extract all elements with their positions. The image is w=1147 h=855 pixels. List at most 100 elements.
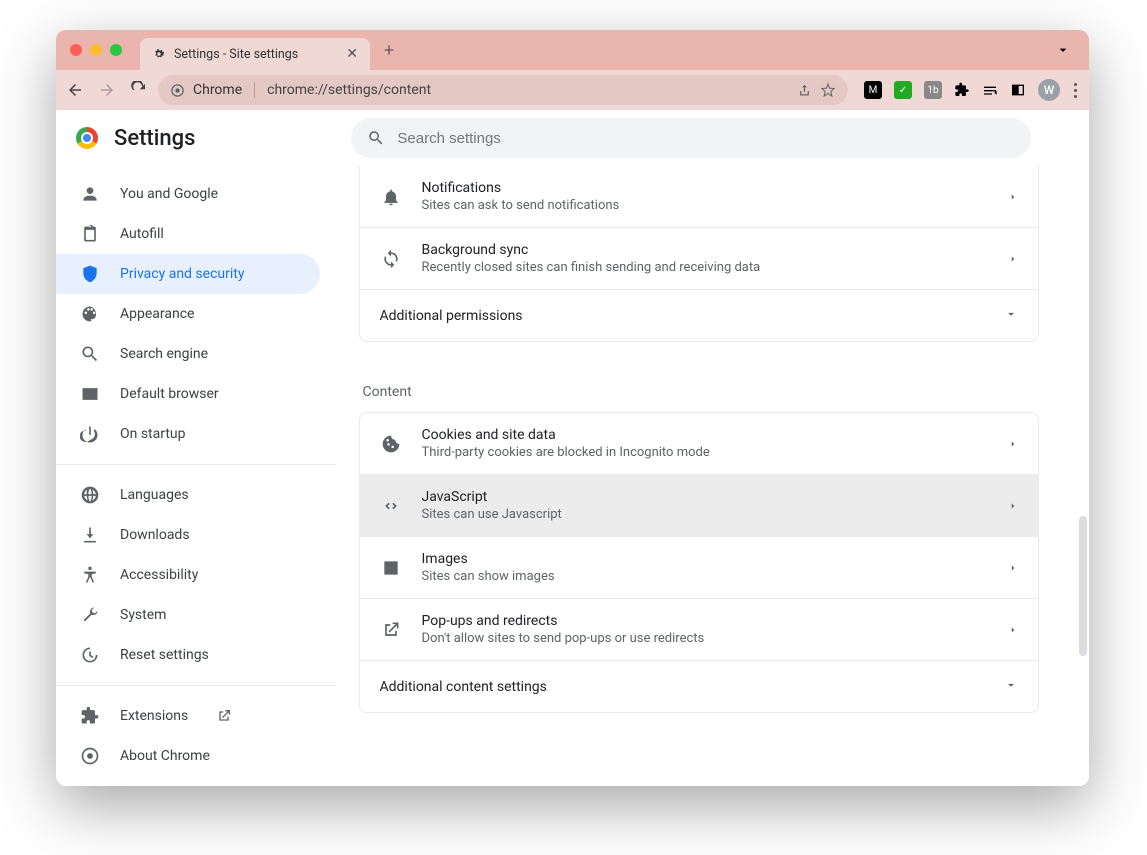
- extension-icon[interactable]: M: [864, 81, 882, 99]
- content-card: Cookies and site data Third-party cookie…: [359, 412, 1039, 713]
- tab-strip: Settings - Site settings ✕ +: [56, 30, 1089, 70]
- settings-sidebar: You and Google Autofill Privacy and secu…: [56, 166, 336, 786]
- sidebar-item-default-browser[interactable]: Default browser: [56, 374, 320, 414]
- puzzle-icon: [80, 706, 100, 726]
- omnibox-label: Chrome: [193, 82, 242, 98]
- back-button[interactable]: [66, 81, 84, 99]
- sidebar-item-you-and-google[interactable]: You and Google: [56, 174, 320, 214]
- row-subtitle: Don't allow sites to send pop-ups or use…: [422, 631, 705, 646]
- chevron-right-icon: [1008, 249, 1018, 268]
- settings-app: Settings You and Google Autofill Pri: [56, 110, 1089, 786]
- additional-content-toggle[interactable]: Additional content settings: [360, 660, 1038, 712]
- row-subtitle: Recently closed sites can finish sending…: [422, 260, 761, 275]
- sidebar-item-reset-settings[interactable]: Reset settings: [56, 635, 320, 675]
- settings-header: Settings: [56, 110, 1089, 166]
- row-subtitle: Third-party cookies are blocked in Incog…: [422, 445, 710, 460]
- sync-icon: [380, 249, 402, 269]
- row-title: Pop-ups and redirects: [422, 613, 705, 629]
- person-icon: [80, 184, 100, 204]
- wrench-icon: [80, 605, 100, 625]
- setting-row-cookies[interactable]: Cookies and site data Third-party cookie…: [360, 413, 1038, 474]
- sidebar-item-label: Default browser: [120, 386, 219, 402]
- sidebar-item-label: Accessibility: [120, 567, 198, 583]
- row-subtitle: Sites can ask to send notifications: [422, 198, 620, 213]
- sidebar-item-downloads[interactable]: Downloads: [56, 515, 320, 555]
- sidebar-item-languages[interactable]: Languages: [56, 475, 320, 515]
- chrome-logo-icon: [76, 127, 98, 149]
- close-tab-button[interactable]: ✕: [346, 46, 358, 62]
- setting-row-javascript[interactable]: JavaScript Sites can use Javascript: [360, 474, 1038, 536]
- cookie-icon: [380, 434, 402, 454]
- share-icon[interactable]: [797, 83, 812, 98]
- divider: [56, 464, 336, 465]
- divider: [56, 685, 336, 686]
- browser-tab[interactable]: Settings - Site settings ✕: [140, 38, 370, 70]
- extension-icon[interactable]: ✓: [894, 81, 912, 99]
- minimize-window-button[interactable]: [90, 44, 102, 56]
- extensions-puzzle-icon[interactable]: [954, 82, 970, 98]
- settings-panel: Notifications Sites can ask to send noti…: [336, 166, 1089, 786]
- new-tab-button[interactable]: +: [384, 40, 394, 61]
- chevron-down-icon: [1004, 677, 1018, 696]
- divider: [254, 82, 255, 98]
- sidebar-item-privacy-security[interactable]: Privacy and security: [56, 254, 320, 294]
- power-icon: [80, 424, 100, 444]
- maximize-window-button[interactable]: [110, 44, 122, 56]
- search-icon: [80, 344, 100, 364]
- media-icon[interactable]: [982, 82, 998, 98]
- sidebar-item-label: You and Google: [120, 186, 218, 202]
- settings-search[interactable]: [351, 118, 1031, 158]
- tab-title: Settings - Site settings: [174, 47, 298, 62]
- additional-permissions-toggle[interactable]: Additional permissions: [360, 289, 1038, 341]
- row-title: Background sync: [422, 242, 761, 258]
- sidebar-item-search-engine[interactable]: Search engine: [56, 334, 320, 374]
- row-title: Additional content settings: [380, 679, 547, 695]
- extension-icon[interactable]: 1b: [924, 81, 942, 99]
- restore-icon: [80, 645, 100, 665]
- sidebar-item-label: System: [120, 607, 166, 623]
- sidebar-item-system[interactable]: System: [56, 595, 320, 635]
- forward-button[interactable]: [98, 81, 116, 99]
- chrome-icon: [170, 83, 185, 98]
- row-title: Notifications: [422, 180, 620, 196]
- setting-row-notifications[interactable]: Notifications Sites can ask to send noti…: [360, 166, 1038, 227]
- search-input[interactable]: [397, 130, 1015, 147]
- toolbar-extensions: M ✓ 1b W: [864, 79, 1079, 101]
- row-title: Additional permissions: [380, 308, 523, 324]
- setting-row-popups[interactable]: Pop-ups and redirects Don't allow sites …: [360, 598, 1038, 660]
- sidebar-item-about-chrome[interactable]: About Chrome: [56, 736, 320, 776]
- setting-row-background-sync[interactable]: Background sync Recently closed sites ca…: [360, 227, 1038, 289]
- close-window-button[interactable]: [70, 44, 82, 56]
- shield-icon: [80, 264, 100, 284]
- chevron-right-icon: [1008, 496, 1018, 515]
- window-controls[interactable]: [70, 44, 122, 56]
- open-external-icon: [214, 706, 234, 726]
- setting-row-images[interactable]: Images Sites can show images: [360, 536, 1038, 598]
- profile-avatar[interactable]: W: [1038, 79, 1060, 101]
- row-title: Cookies and site data: [422, 427, 710, 443]
- chevron-right-icon: [1008, 434, 1018, 453]
- sidebar-item-appearance[interactable]: Appearance: [56, 294, 320, 334]
- bell-icon: [380, 187, 402, 207]
- sidebar-item-label: About Chrome: [120, 748, 210, 764]
- chevron-right-icon: [1008, 187, 1018, 206]
- browser-menu-button[interactable]: [1072, 81, 1079, 100]
- chevron-down-icon: [1004, 306, 1018, 325]
- tabs-dropdown-icon[interactable]: [1055, 42, 1071, 58]
- row-subtitle: Sites can show images: [422, 569, 555, 584]
- bookmark-star-icon[interactable]: [820, 82, 836, 98]
- scrollbar[interactable]: [1079, 516, 1087, 656]
- sidebar-item-extensions[interactable]: Extensions: [56, 696, 320, 736]
- reload-button[interactable]: [130, 81, 148, 99]
- sidebar-item-autofill[interactable]: Autofill: [56, 214, 320, 254]
- panel-icon[interactable]: [1010, 82, 1026, 98]
- clipboard-icon: [80, 224, 100, 244]
- page-title: Settings: [114, 126, 195, 151]
- sidebar-item-label: Languages: [120, 487, 189, 503]
- sidebar-item-accessibility[interactable]: Accessibility: [56, 555, 320, 595]
- popup-icon: [380, 620, 402, 640]
- address-bar[interactable]: Chrome chrome://settings/content: [158, 75, 848, 105]
- permissions-card: Notifications Sites can ask to send noti…: [359, 166, 1039, 342]
- sidebar-item-label: Appearance: [120, 306, 194, 322]
- sidebar-item-on-startup[interactable]: On startup: [56, 414, 320, 454]
